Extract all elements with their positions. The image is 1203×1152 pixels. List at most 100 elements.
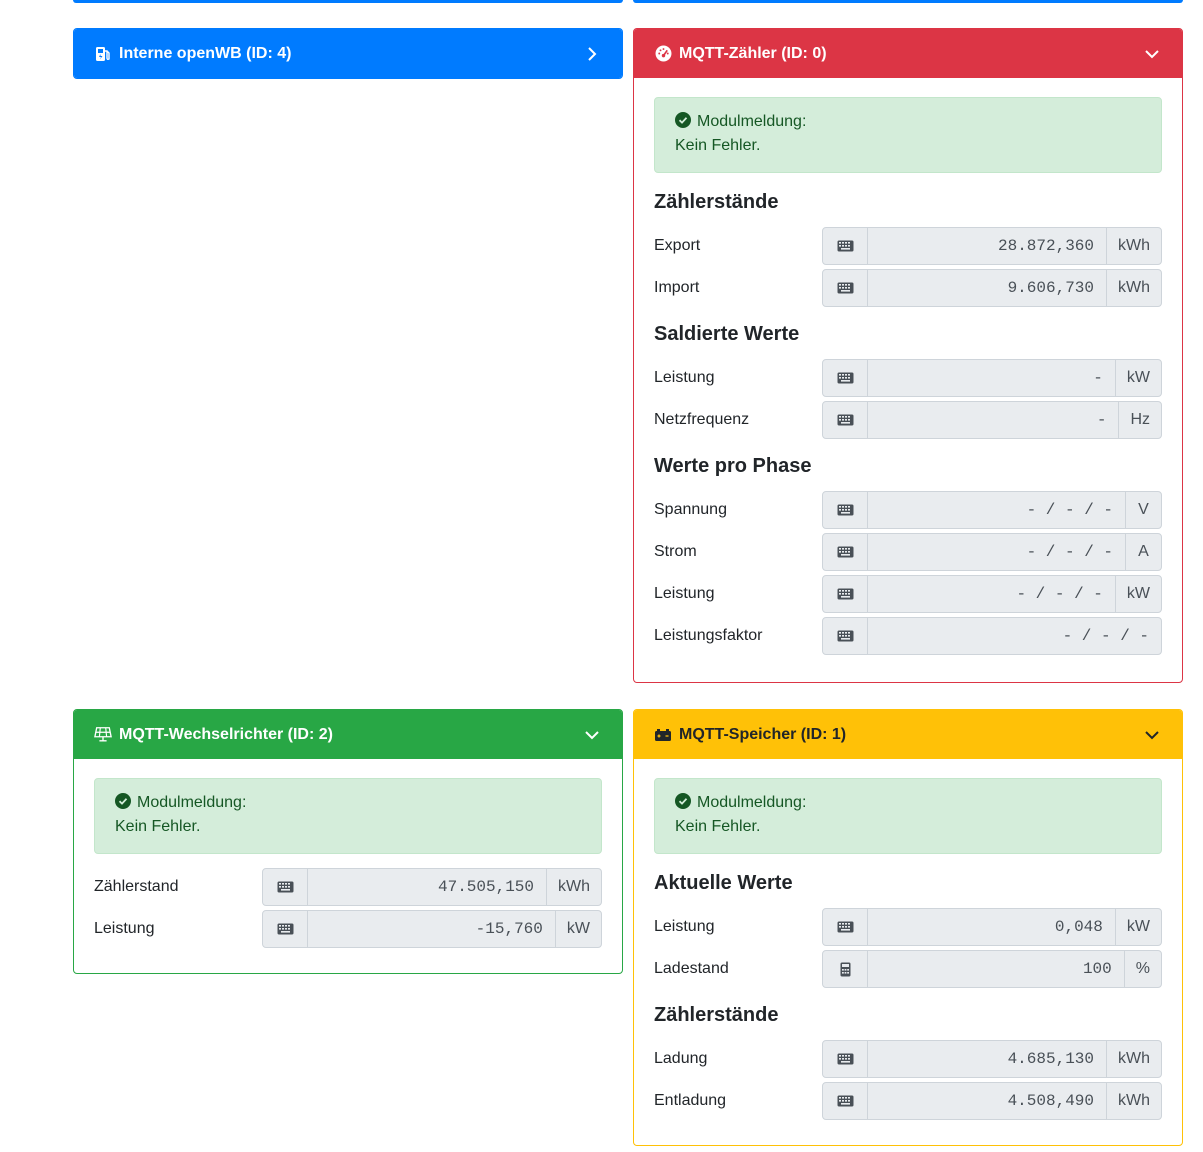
field-unit: kW: [554, 911, 601, 947]
field-value[interactable]: - / - / -: [868, 534, 1125, 570]
field-row: Leistung - kW: [654, 359, 1162, 397]
counter-card-header[interactable]: MQTT-Zähler (ID: 0): [634, 29, 1182, 78]
keyboard-icon: [823, 534, 868, 570]
field-unit: kW: [1114, 576, 1161, 612]
keyboard-icon: [823, 228, 868, 264]
chevron-down-icon[interactable]: [1142, 44, 1162, 64]
field-row: Leistungsfaktor - / - / -: [654, 617, 1162, 655]
field-row: Leistung 0,048 kW: [654, 908, 1162, 946]
chargepoint-card: Interne openWB (ID: 4): [73, 28, 623, 79]
keyboard-icon: [823, 909, 868, 945]
field-label: Ladestand: [654, 960, 729, 977]
keyboard-icon: [263, 869, 308, 905]
chargepoint-card-header[interactable]: Interne openWB (ID: 4): [74, 29, 622, 78]
chevron-down-icon[interactable]: [1142, 725, 1162, 745]
field-label: Import: [654, 279, 700, 296]
inverter-card: MQTT-Wechselrichter (ID: 2) Modulmeldung…: [73, 709, 623, 974]
field-row: Import 9.606,730 kWh: [654, 269, 1162, 307]
section-title-current: Aktuelle Werte: [654, 872, 793, 894]
status-label: Modulmeldung:: [697, 113, 807, 130]
keyboard-icon: [823, 492, 868, 528]
gauge-icon: [654, 45, 672, 63]
keyboard-icon: [823, 576, 868, 612]
field-value[interactable]: 9.606,730: [868, 270, 1106, 306]
field-label: Leistung: [654, 369, 715, 386]
field-unit: kWh: [1106, 1041, 1161, 1077]
field-unit: kWh: [1106, 1083, 1161, 1119]
field-value[interactable]: 4.508,490: [868, 1083, 1106, 1119]
section-title-meter: Zählerstände: [654, 1004, 779, 1026]
solar-panel-icon: [94, 726, 112, 744]
inverter-card-title: MQTT-Wechselrichter (ID: 2): [119, 725, 333, 743]
battery-card-header[interactable]: MQTT-Speicher (ID: 1): [634, 710, 1182, 759]
field-row: Spannung - / - / -V: [654, 491, 1162, 529]
status-label: Modulmeldung:: [137, 794, 247, 811]
module-status-alert: Modulmeldung: Kein Fehler.: [94, 778, 602, 854]
keyboard-icon: [823, 618, 868, 654]
field-label: Leistung: [94, 920, 155, 937]
module-status-alert: Modulmeldung: Kein Fehler.: [654, 97, 1162, 173]
chevron-right-icon[interactable]: [582, 44, 602, 64]
field-row: Netzfrequenz - Hz: [654, 401, 1162, 439]
chevron-down-icon[interactable]: [582, 725, 602, 745]
charging-station-icon: [94, 45, 112, 63]
field-unit: kWh: [1106, 270, 1161, 306]
field-row: Ladung 4.685,130 kWh: [654, 1040, 1162, 1078]
calculator-icon: [823, 951, 868, 987]
inverter-card-header[interactable]: MQTT-Wechselrichter (ID: 2): [74, 710, 622, 759]
chargepoint-card-title: Interne openWB (ID: 4): [119, 44, 292, 62]
field-label: Netzfrequenz: [654, 411, 750, 428]
battery-card-title: MQTT-Speicher (ID: 1): [679, 725, 847, 743]
field-row: Ladestand 100%: [654, 950, 1162, 988]
field-row: Leistung - / - / - kW: [654, 575, 1162, 613]
field-row: Leistung -15,760 kW: [94, 910, 602, 948]
previous-card-edge-right: [633, 0, 1183, 3]
field-unit: V: [1125, 492, 1161, 528]
field-label: Strom: [654, 543, 697, 560]
field-label: Entladung: [654, 1092, 727, 1109]
field-value[interactable]: -: [868, 402, 1118, 438]
keyboard-icon: [823, 1041, 868, 1077]
field-value[interactable]: - / - / -: [868, 618, 1161, 654]
field-value[interactable]: 100: [868, 951, 1124, 987]
field-value[interactable]: -: [868, 360, 1115, 396]
field-value[interactable]: - / - / -: [868, 576, 1115, 612]
keyboard-icon: [823, 360, 868, 396]
module-status-alert: Modulmeldung: Kein Fehler.: [654, 778, 1162, 854]
battery-icon: [654, 726, 672, 744]
field-label: Leistung: [654, 918, 715, 935]
field-value[interactable]: 28.872,360: [868, 228, 1106, 264]
counter-card-title: MQTT-Zähler (ID: 0): [679, 44, 827, 62]
field-value[interactable]: 0,048: [868, 909, 1115, 945]
keyboard-icon: [823, 270, 868, 306]
field-unit: kWh: [1106, 228, 1161, 264]
field-value[interactable]: 4.685,130: [868, 1041, 1106, 1077]
field-label: Zählerstand: [94, 878, 179, 895]
check-circle-icon: [675, 112, 691, 128]
field-label: Spannung: [654, 501, 727, 518]
field-label: Ladung: [654, 1050, 708, 1067]
section-title-totals: Saldierte Werte: [654, 323, 800, 345]
check-circle-icon: [115, 793, 131, 809]
status-text: Kein Fehler.: [115, 818, 201, 835]
field-unit: %: [1123, 951, 1161, 987]
field-label: Export: [654, 237, 701, 254]
field-row: Entladung 4.508,490 kWh: [654, 1082, 1162, 1120]
section-title-phases: Werte pro Phase: [654, 455, 812, 477]
field-unit: kW: [1114, 909, 1161, 945]
field-row: Export 28.872,360 kWh: [654, 227, 1162, 265]
field-unit: kW: [1114, 360, 1161, 396]
status-text: Kein Fehler.: [675, 818, 761, 835]
keyboard-icon: [263, 911, 308, 947]
field-unit: Hz: [1118, 402, 1161, 438]
field-value[interactable]: - / - / -: [868, 492, 1125, 528]
field-value[interactable]: -15,760: [308, 911, 555, 947]
field-unit: A: [1125, 534, 1161, 570]
keyboard-icon: [823, 402, 868, 438]
field-label: Leistungsfaktor: [654, 627, 763, 644]
field-row: Zählerstand 47.505,150 kWh: [94, 868, 602, 906]
field-value[interactable]: 47.505,150: [308, 869, 546, 905]
status-label: Modulmeldung:: [697, 794, 807, 811]
field-row: Strom - / - / -A: [654, 533, 1162, 571]
battery-card: MQTT-Speicher (ID: 1) Modulmeldung: Kein…: [633, 709, 1183, 1146]
